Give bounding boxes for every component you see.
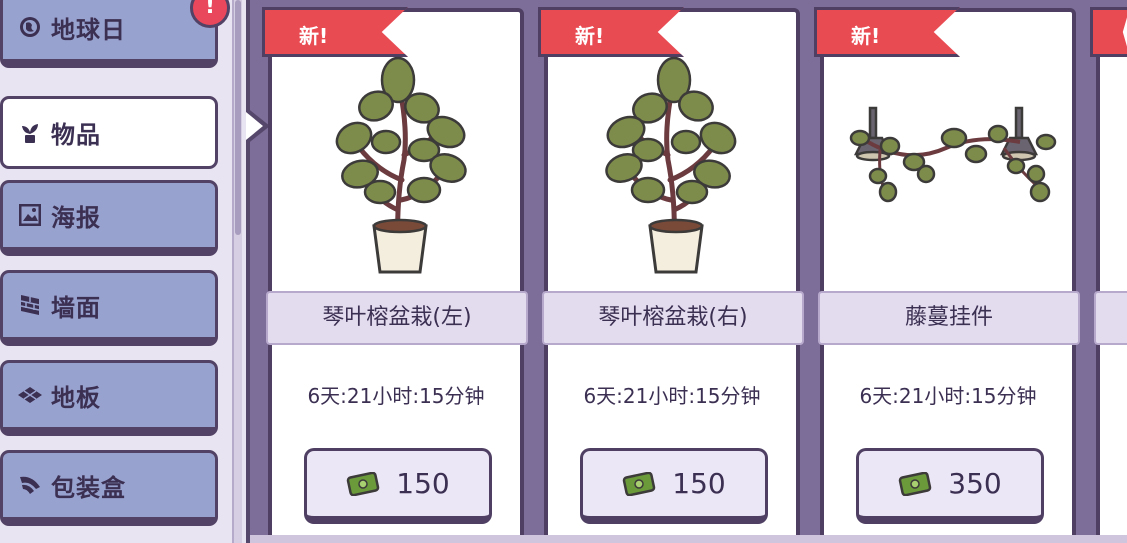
cash-icon: [899, 471, 932, 496]
buy-button[interactable]: 350: [856, 448, 1044, 524]
tab-wrapping[interactable]: 包装盒: [0, 450, 218, 526]
price-label: 350: [948, 467, 1002, 500]
cash-icon: [347, 471, 380, 496]
brick-wall-icon: [17, 292, 43, 318]
globe-icon: [17, 14, 43, 40]
shop-item-card[interactable]: 新!: [814, 7, 1080, 543]
tab-floors[interactable]: 地板: [0, 360, 218, 436]
fiddle-leaf-fig-image: [276, 50, 516, 290]
buy-button[interactable]: 150: [304, 448, 492, 524]
new-badge-partial: [1090, 7, 1127, 57]
category-sidebar: 地球日 ! 物品 海报 墙面 地板 包装盒: [0, 0, 250, 543]
tab-label: 墙面: [51, 293, 101, 322]
tab-items[interactable]: 物品: [0, 96, 218, 169]
scrollbar-thumb[interactable]: [235, 0, 241, 235]
wrapping-icon: [17, 472, 43, 498]
picture-icon: [17, 202, 43, 228]
countdown-timer: 6天:21小时:15分钟: [583, 384, 761, 408]
sidebar-scrollbar[interactable]: [232, 0, 242, 543]
hanging-vine-lamps-image: [828, 50, 1068, 290]
item-name: 藤蔓挂件: [818, 291, 1080, 345]
shop-item-card-partial[interactable]: [1090, 7, 1127, 543]
countdown-timer: 6天:21小时:15分钟: [859, 384, 1037, 408]
tab-walls[interactable]: 墙面: [0, 270, 218, 346]
tab-earth-day[interactable]: 地球日: [0, 0, 218, 68]
cash-icon: [623, 471, 656, 496]
fiddle-leaf-fig-image: [552, 50, 792, 290]
item-name: 琴叶榕盆栽(右): [542, 291, 804, 345]
shop-item-card[interactable]: 新!: [538, 7, 804, 543]
tab-posters[interactable]: 海报: [0, 180, 218, 256]
tab-label: 地板: [51, 383, 101, 412]
price-label: 150: [672, 467, 726, 500]
tab-label: 物品: [51, 121, 101, 149]
plant-icon: [17, 120, 43, 146]
countdown-timer: 6天:21小时:15分钟: [307, 384, 485, 408]
shelf-bottom: [250, 535, 1127, 543]
buy-button[interactable]: 150: [580, 448, 768, 524]
tab-label: 海报: [51, 203, 101, 232]
floor-tiles-icon: [17, 382, 43, 408]
item-name-partial: [1094, 291, 1127, 345]
active-tab-pointer-fill: [246, 112, 263, 140]
item-name: 琴叶榕盆栽(左): [266, 291, 528, 345]
tab-label: 地球日: [51, 15, 126, 44]
tab-label: 包装盒: [51, 473, 126, 502]
shop-item-card[interactable]: 新!: [262, 7, 528, 543]
price-label: 150: [396, 467, 450, 500]
